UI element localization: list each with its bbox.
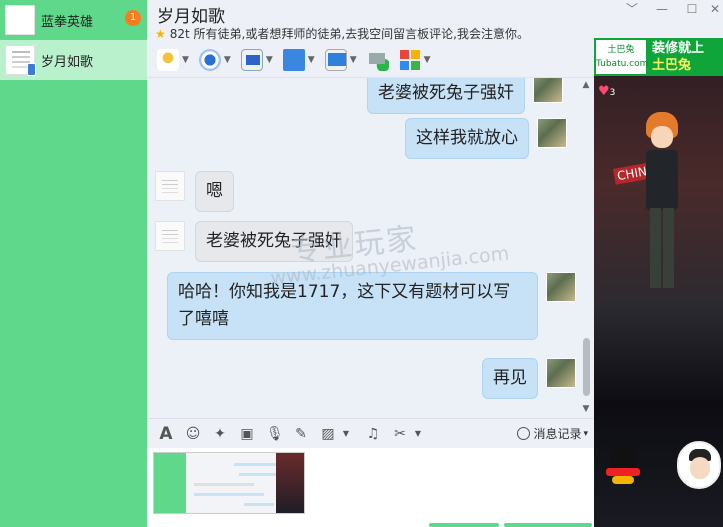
clock-icon xyxy=(517,427,531,440)
close-button[interactable] xyxy=(429,523,499,527)
camera-icon xyxy=(198,49,221,71)
status-message: ★ 82t 所有徒弟,或者想拜师的徒弟,去我空间留言板评论,我会注意你。 xyxy=(155,25,529,42)
close-icon[interactable]: ✕ xyxy=(700,0,723,20)
chat-title: 岁月如歌 xyxy=(157,7,225,27)
magic-icon[interactable]: ✦ xyxy=(212,426,228,442)
screenshot-dropdown-icon[interactable]: ▼ xyxy=(410,426,426,442)
input-toolbar: A ☺ ✦ ▣ 🎙 ✎ ▨ ▼ ♫ ✂ ▼ 消息记录 ▾ xyxy=(147,418,594,448)
chevron-down-icon: ▾ xyxy=(583,428,588,439)
contact-item[interactable]: 蓝拳英雄 1 xyxy=(0,0,147,40)
image-dropdown-icon[interactable]: ▼ xyxy=(338,426,354,442)
heart-icon[interactable]: ♥3 xyxy=(598,84,615,99)
folder-icon xyxy=(282,49,305,71)
message-row: 哈哈！你知我是1717，这下又有题材可以写了嘻嘻 xyxy=(167,272,576,340)
qq-penguin-icon[interactable] xyxy=(600,442,640,487)
contact-sidebar: 蓝拳英雄 1 岁月如歌 xyxy=(0,0,147,527)
ad-line2: 土巴兔 xyxy=(652,58,692,73)
send-file-button[interactable]: ▼ xyxy=(282,47,315,73)
video-call-button[interactable]: ▼ xyxy=(198,47,231,73)
vibrate-icon[interactable]: ▣ xyxy=(239,426,255,442)
message-row: 再见 xyxy=(482,358,576,399)
avatar xyxy=(5,45,36,76)
scroll-up-icon[interactable]: ▲ xyxy=(580,80,592,90)
history-label: 消息记录 xyxy=(533,427,582,441)
advertisement-banner[interactable]: 土巴兔 Tubatu.com 装修就上 土巴兔 xyxy=(594,38,723,76)
unread-badge: 1 xyxy=(125,10,141,26)
apps-button[interactable]: ▼ xyxy=(398,47,431,73)
mobile-online-icon xyxy=(27,63,36,76)
contact-item-selected[interactable]: 岁月如歌 xyxy=(0,40,147,80)
contact-name: 蓝拳英雄 xyxy=(41,14,94,30)
my-profile-avatar[interactable] xyxy=(677,441,721,489)
edit-icon[interactable]: ✎ xyxy=(293,426,309,442)
microphone-icon xyxy=(157,49,179,71)
screen-share-button[interactable]: ▼ xyxy=(240,47,273,73)
my-avatar xyxy=(537,118,567,148)
scrollbar-thumb[interactable] xyxy=(583,338,590,396)
minimize-icon[interactable]: — xyxy=(647,0,677,20)
tubatu-logo: 土巴兔 Tubatu.com xyxy=(596,40,649,74)
contact-name: 岁月如歌 xyxy=(41,54,94,70)
scissors-icon[interactable]: ✂ xyxy=(392,426,408,442)
signature-text: 82t 所有徒弟,或者想拜师的徒弟,去我空间留言板评论,我会注意你。 xyxy=(169,27,530,41)
message-bubble[interactable]: 老婆被死兔子强奸 xyxy=(367,78,525,114)
message-row: 这样我就放心 xyxy=(405,118,567,159)
remote-desktop-button[interactable]: ▼ xyxy=(324,47,357,73)
message-input[interactable] xyxy=(147,448,594,527)
font-icon[interactable]: A xyxy=(158,425,174,442)
contact-avatar xyxy=(155,171,185,201)
voice-message-icon[interactable]: 🎙 xyxy=(266,426,284,442)
collapse-icon[interactable]: ﹀ xyxy=(617,0,647,20)
message-history-button[interactable]: 消息记录 ▾ xyxy=(517,425,588,442)
scroll-down-icon[interactable]: ▼ xyxy=(580,404,592,414)
emoji-icon[interactable]: ☺ xyxy=(185,426,201,442)
message-bubble[interactable]: 嗯 xyxy=(195,171,234,212)
add-monitor-icon xyxy=(366,49,389,71)
create-group-button[interactable] xyxy=(366,47,389,73)
contact-avatar xyxy=(155,221,185,251)
music-icon[interactable]: ♫ xyxy=(365,426,381,442)
message-bubble[interactable]: 这样我就放心 xyxy=(405,118,529,159)
pasted-screenshot-thumbnail[interactable] xyxy=(153,452,305,514)
qq-show-avatar-figure[interactable] xyxy=(640,112,684,302)
send-button[interactable] xyxy=(504,523,592,527)
monitor-icon xyxy=(324,49,347,71)
heart-count: 3 xyxy=(609,88,616,98)
my-avatar xyxy=(546,358,576,388)
message-bubble[interactable]: 再见 xyxy=(482,358,538,399)
ad-logo-text: 土巴兔 Tubatu.com xyxy=(596,45,649,69)
message-row: 嗯 xyxy=(155,171,234,212)
avatar xyxy=(5,5,35,35)
ad-line1: 装修就上 xyxy=(652,41,705,56)
scrollbar[interactable]: ▲ ▼ xyxy=(580,78,592,418)
my-avatar xyxy=(546,272,576,302)
apps-grid-icon xyxy=(398,49,421,71)
my-avatar xyxy=(533,78,563,103)
chat-toolbar: ▼ ▼ ▼ ▼ ▼ ▼ xyxy=(147,44,431,76)
ad-text: 装修就上 土巴兔 xyxy=(652,40,704,74)
star-icon: ★ xyxy=(155,26,166,41)
image-icon[interactable]: ▨ xyxy=(320,426,336,442)
message-bubble[interactable]: 哈哈！你知我是1717，这下又有题材可以写了嘻嘻 xyxy=(167,272,538,340)
message-row: 老婆被死兔子强奸 xyxy=(367,78,563,114)
presentation-icon xyxy=(240,49,263,71)
voice-call-button[interactable]: ▼ xyxy=(157,47,189,73)
